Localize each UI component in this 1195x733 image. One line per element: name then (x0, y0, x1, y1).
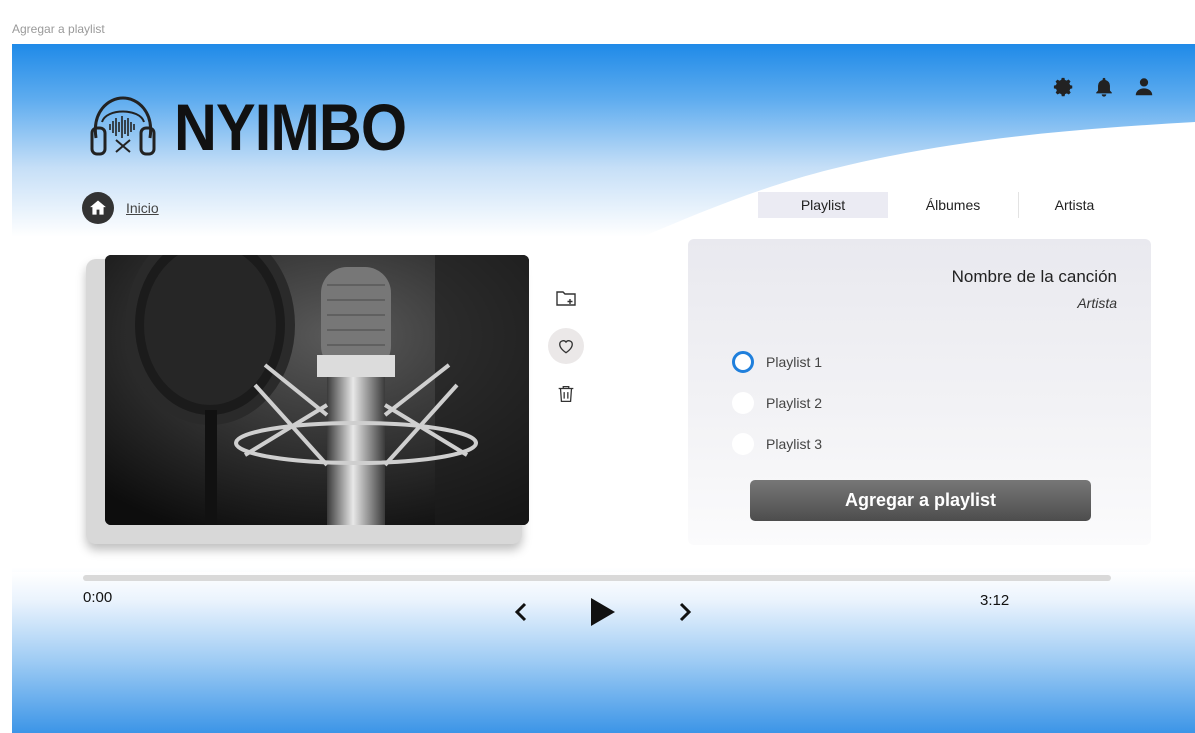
category-tabs: Playlist Álbumes Artista (758, 192, 1130, 218)
playlist-option-label: Playlist 3 (766, 435, 823, 452)
current-time: 0:00 (83, 589, 113, 606)
home-icon[interactable] (82, 192, 114, 224)
window-title: Agregar a playlist (12, 22, 105, 36)
song-name: Nombre de la canción (951, 267, 1117, 286)
play-icon[interactable] (576, 592, 630, 632)
user-icon[interactable] (1133, 76, 1155, 98)
header-icons (1053, 76, 1155, 98)
tab-albumes[interactable]: Álbumes (888, 192, 1018, 218)
radio-unselected[interactable] (732, 432, 754, 455)
playlist-option[interactable]: Playlist 1 (732, 341, 822, 382)
add-to-playlist-button[interactable]: Agregar a playlist (750, 480, 1091, 521)
song-artist: Artista (1077, 295, 1117, 311)
breadcrumb: Inicio (82, 192, 159, 224)
bell-icon[interactable] (1093, 76, 1115, 98)
playlist-option[interactable]: Playlist 3 (732, 423, 822, 464)
tab-artista[interactable]: Artista (1018, 192, 1130, 218)
brand-logo[interactable]: NYIMBO (88, 94, 432, 160)
total-time: 3:12 (980, 592, 1010, 609)
song-actions (548, 280, 584, 412)
playlist-option-label: Playlist 2 (766, 394, 823, 411)
microphone-photo (105, 255, 529, 525)
add-to-playlist-panel: Nombre de la canción Artista Playlist 1 … (688, 239, 1151, 545)
folder-add-icon[interactable] (548, 280, 584, 316)
tab-playlist[interactable]: Playlist (758, 192, 888, 218)
player-controls (506, 592, 700, 632)
album-cover (105, 255, 529, 525)
radio-unselected[interactable] (732, 391, 754, 414)
progress-bar[interactable] (83, 575, 1111, 581)
headphones-soundwave-icon (90, 96, 156, 156)
app-canvas: NYIMBO Inicio Playlist Álbumes Artista N… (12, 44, 1195, 733)
trash-icon[interactable] (548, 376, 584, 412)
heart-icon[interactable] (548, 328, 584, 364)
playlist-option[interactable]: Playlist 2 (732, 382, 822, 423)
breadcrumb-home-link[interactable]: Inicio (126, 200, 159, 216)
previous-icon[interactable] (506, 597, 536, 627)
playlist-option-label: Playlist 1 (766, 353, 823, 370)
brand-name: NYIMBO (174, 90, 407, 164)
radio-selected[interactable] (732, 350, 754, 373)
playlist-options: Playlist 1 Playlist 2 Playlist 3 (732, 341, 822, 464)
gear-icon[interactable] (1053, 76, 1075, 98)
next-icon[interactable] (670, 597, 700, 627)
